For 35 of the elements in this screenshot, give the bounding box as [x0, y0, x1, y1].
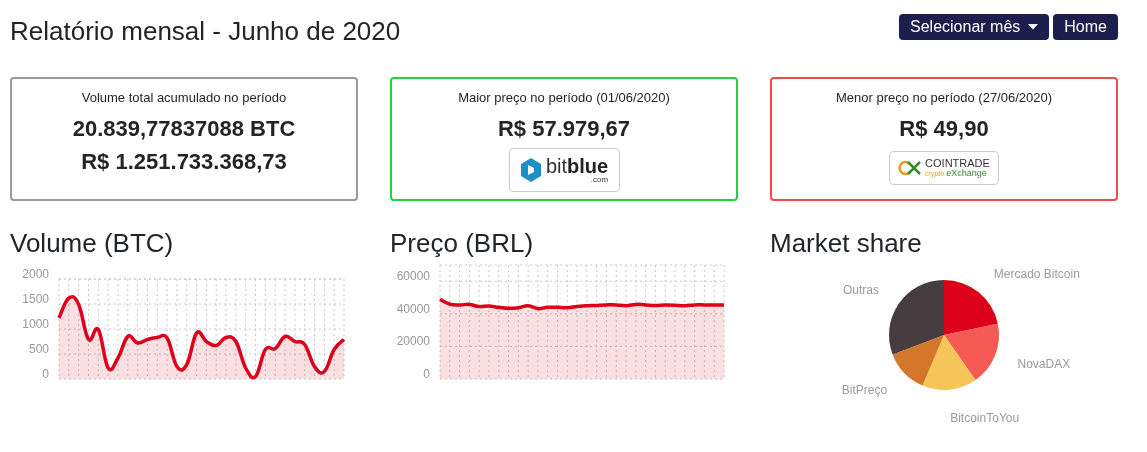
axis-label: 0 — [42, 367, 49, 381]
card-caption: Maior preço no período (01/06/2020) — [458, 89, 670, 107]
page-title: Relatório mensal - Junho de 2020 — [10, 15, 401, 48]
slice-label: Mercado Bitcoin — [993, 266, 1080, 281]
logo-text: .com — [590, 176, 609, 184]
slice-label: Outras — [842, 283, 879, 298]
chart-title: Market share — [770, 227, 923, 259]
chart-title: Volume (BTC) — [10, 227, 175, 259]
hexagon-icon — [519, 157, 542, 183]
card-value: R$ 1.251.733.368,73 — [81, 148, 287, 176]
axis-label: 40000 — [396, 301, 430, 316]
dropdown-button[interactable]: Selecionar mês — [899, 14, 1050, 40]
chart-title: Preço (BRL) — [390, 227, 535, 259]
axis-label: 0 — [423, 367, 430, 381]
axis-label: 1000 — [22, 317, 49, 331]
logo-text: blue — [567, 156, 609, 176]
axis-label: 500 — [28, 342, 49, 356]
card-caption: Menor preço no período (27/06/2020) — [835, 89, 1053, 107]
axis-label: 1500 — [22, 292, 49, 306]
caret-icon — [1028, 24, 1039, 30]
x-mark-icon — [898, 160, 923, 176]
logo-text: eXchange — [946, 169, 987, 178]
card-value: R$ 49,90 — [899, 115, 989, 143]
logo-text: COINTRADE — [925, 158, 990, 169]
axis-label: 2000 — [22, 267, 49, 281]
slice-label: BitPreço — [841, 382, 888, 397]
slice-label: NovaDAX — [1017, 357, 1071, 372]
home-button[interactable]: Home — [1053, 14, 1118, 40]
card-value: 20.839,77837088 BTC — [72, 115, 296, 143]
slice-label: BitcoinToYou — [950, 410, 1020, 423]
card-value: R$ 57.979,67 — [497, 115, 631, 143]
axis-label: 60000 — [396, 269, 430, 284]
logo-text: bit — [545, 156, 567, 176]
card-caption: Volume total acumulado no período — [81, 89, 287, 107]
axis-label: 20000 — [396, 334, 430, 349]
